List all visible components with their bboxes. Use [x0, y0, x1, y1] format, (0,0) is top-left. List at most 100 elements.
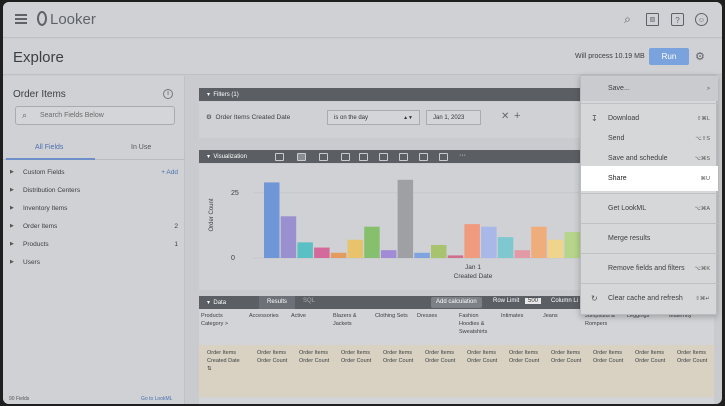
- add-filter-icon[interactable]: +: [514, 110, 520, 122]
- tab-results[interactable]: Results: [259, 296, 296, 309]
- column-header[interactable]: Dresses: [417, 312, 457, 320]
- menu-item-clear-cache-and-refresh[interactable]: ↻ Clear cache and refresh ⇧⌘↵: [581, 286, 718, 311]
- menu-item-save[interactable]: Save... >: [581, 76, 718, 101]
- visualization-panel-title: ▾ Visualization: [207, 154, 247, 160]
- gear-icon[interactable]: ⚙: [206, 114, 212, 121]
- menu-shortcut: ⌘U: [700, 176, 710, 182]
- field-group-distribution-centers[interactable]: ▶ Distribution Centers: [3, 182, 185, 200]
- account-icon[interactable]: ☺: [695, 13, 708, 26]
- results-table: Products Category > Accessories Active Bla…: [199, 309, 714, 404]
- table-cell: Order Items Order Count: [257, 350, 288, 364]
- filter-date-input[interactable]: Jan 1, 2023: [426, 110, 481, 125]
- visualization-header-label: Visualization: [213, 154, 247, 160]
- map-chart-icon[interactable]: [419, 153, 428, 161]
- gear-icon[interactable]: ⚙: [695, 50, 705, 63]
- field-group-custom-fields[interactable]: ▶ Custom Fields + Add: [3, 164, 185, 182]
- run-button[interactable]: Run: [649, 48, 689, 65]
- add-custom-field-link[interactable]: + Add: [161, 169, 178, 176]
- single-value-icon[interactable]: [439, 153, 448, 161]
- help-icon[interactable]: ?: [671, 13, 684, 26]
- menu-shortcut: ⌥⇧S: [695, 136, 710, 142]
- chevron-down-icon: ▲▼: [403, 115, 413, 121]
- line-chart-icon[interactable]: [359, 153, 368, 161]
- field-total: 90 Fields: [9, 396, 30, 402]
- row-dimension-label: Order Items Created Date: [207, 350, 240, 364]
- bar-chart-icon[interactable]: [319, 153, 328, 161]
- column-header[interactable]: Intimates: [501, 312, 541, 320]
- menu-shortcut: ⇧⌘↵: [695, 296, 710, 302]
- field-group-order-items[interactable]: ▶ Order Items 2: [3, 218, 185, 236]
- row-limit-label: Row Limit: [493, 298, 520, 304]
- tab-sql[interactable]: SQL: [303, 298, 315, 304]
- info-icon[interactable]: i: [163, 89, 173, 99]
- search-icon[interactable]: ⌕: [621, 13, 634, 26]
- bar: [431, 244, 447, 258]
- bar: [330, 252, 347, 258]
- column-header[interactable]: Fashion Hoodies & Sweatshirts: [459, 312, 499, 336]
- bar: [564, 231, 581, 258]
- bar: [531, 226, 547, 258]
- field-group-users[interactable]: ▶ Users: [3, 254, 185, 272]
- menu-item-label: Save...: [608, 85, 630, 92]
- looker-logo-mark-icon: [37, 11, 47, 26]
- field-group-products[interactable]: ▶ Products 1: [3, 236, 185, 254]
- column-header[interactable]: Active: [291, 312, 331, 320]
- menu-item-merge-results[interactable]: Merge results: [581, 226, 718, 251]
- chevron-right-icon: ▶: [10, 223, 14, 229]
- menu-item-label: Get LookML: [608, 205, 647, 212]
- add-calculation-button[interactable]: Add calculation: [431, 297, 482, 308]
- chevron-right-icon: ▶: [10, 169, 14, 175]
- bar: [347, 239, 363, 258]
- pivot-header[interactable]: Products Category >: [201, 312, 241, 328]
- field-group-inventory-items[interactable]: ▶ Inventory Items: [3, 200, 185, 218]
- menu-item-label: Merge results: [608, 235, 651, 242]
- x-axis-label: Created Date: [454, 273, 493, 280]
- row-limit-input[interactable]: 500: [525, 298, 542, 304]
- column-header[interactable]: Jeans: [543, 312, 583, 320]
- bar: [397, 179, 414, 258]
- menu-divider: [581, 253, 718, 254]
- filter-operator-select[interactable]: is on the day ▲▼: [327, 110, 420, 125]
- sort-icon[interactable]: ⇅: [207, 366, 212, 372]
- chevron-right-icon: ▶: [10, 205, 14, 211]
- bar: [497, 237, 514, 258]
- field-tabs: All Fields In Use: [3, 138, 185, 160]
- bar: [297, 242, 313, 258]
- menu-item-get-lookml[interactable]: Get LookML ⌥⌘A: [581, 196, 718, 221]
- marketplace-icon[interactable]: ▧: [646, 13, 659, 26]
- search-fields-input[interactable]: ⌕ Search Fields Below: [15, 106, 175, 125]
- more-options-icon[interactable]: ···: [459, 152, 466, 159]
- bar: [264, 182, 280, 258]
- menu-item-remove-fields-and-filters[interactable]: Remove fields and filters ⌥⌘K: [581, 256, 718, 281]
- looker-logo[interactable]: Looker: [37, 11, 96, 28]
- y-tick-label: 25: [231, 190, 239, 197]
- menu-item-label: Download: [608, 115, 640, 122]
- hamburger-menu-icon[interactable]: [15, 14, 27, 24]
- filters-header-label: Filters (1): [213, 92, 239, 98]
- close-icon[interactable]: ✕: [501, 111, 509, 122]
- top-bar: Looker ⌕ ▧ ? ☺: [3, 2, 722, 38]
- column-header[interactable]: Accessories: [249, 312, 289, 320]
- data-header-label: Data: [213, 300, 227, 306]
- bar: [481, 226, 497, 258]
- table-chart-icon[interactable]: [275, 153, 284, 161]
- field-group-label: Custom Fields: [23, 169, 65, 176]
- tab-in-use[interactable]: In Use: [131, 144, 151, 151]
- filter-operator-value: is on the day: [334, 115, 369, 121]
- bar: [280, 216, 297, 258]
- tab-all-fields[interactable]: All Fields: [35, 144, 63, 151]
- column-header[interactable]: Clothing Sets: [375, 312, 415, 320]
- bar: [314, 247, 330, 258]
- pie-chart-icon[interactable]: [399, 153, 408, 161]
- menu-item-share[interactable]: Share ⌘U: [581, 166, 718, 191]
- table-cell: Order Items Order Count: [677, 350, 708, 364]
- column-chart-icon[interactable]: [297, 153, 306, 161]
- area-chart-icon[interactable]: [379, 153, 388, 161]
- bar: [464, 224, 480, 258]
- column-header[interactable]: Blazers & Jackets: [333, 312, 373, 328]
- scatter-chart-icon[interactable]: [341, 153, 350, 161]
- go-to-lookml-link[interactable]: Go to LookML: [141, 396, 172, 402]
- table-cell: Order Items Order Count: [425, 350, 456, 364]
- bar: [380, 250, 397, 258]
- table-cell: Order Items Order Count: [509, 350, 540, 364]
